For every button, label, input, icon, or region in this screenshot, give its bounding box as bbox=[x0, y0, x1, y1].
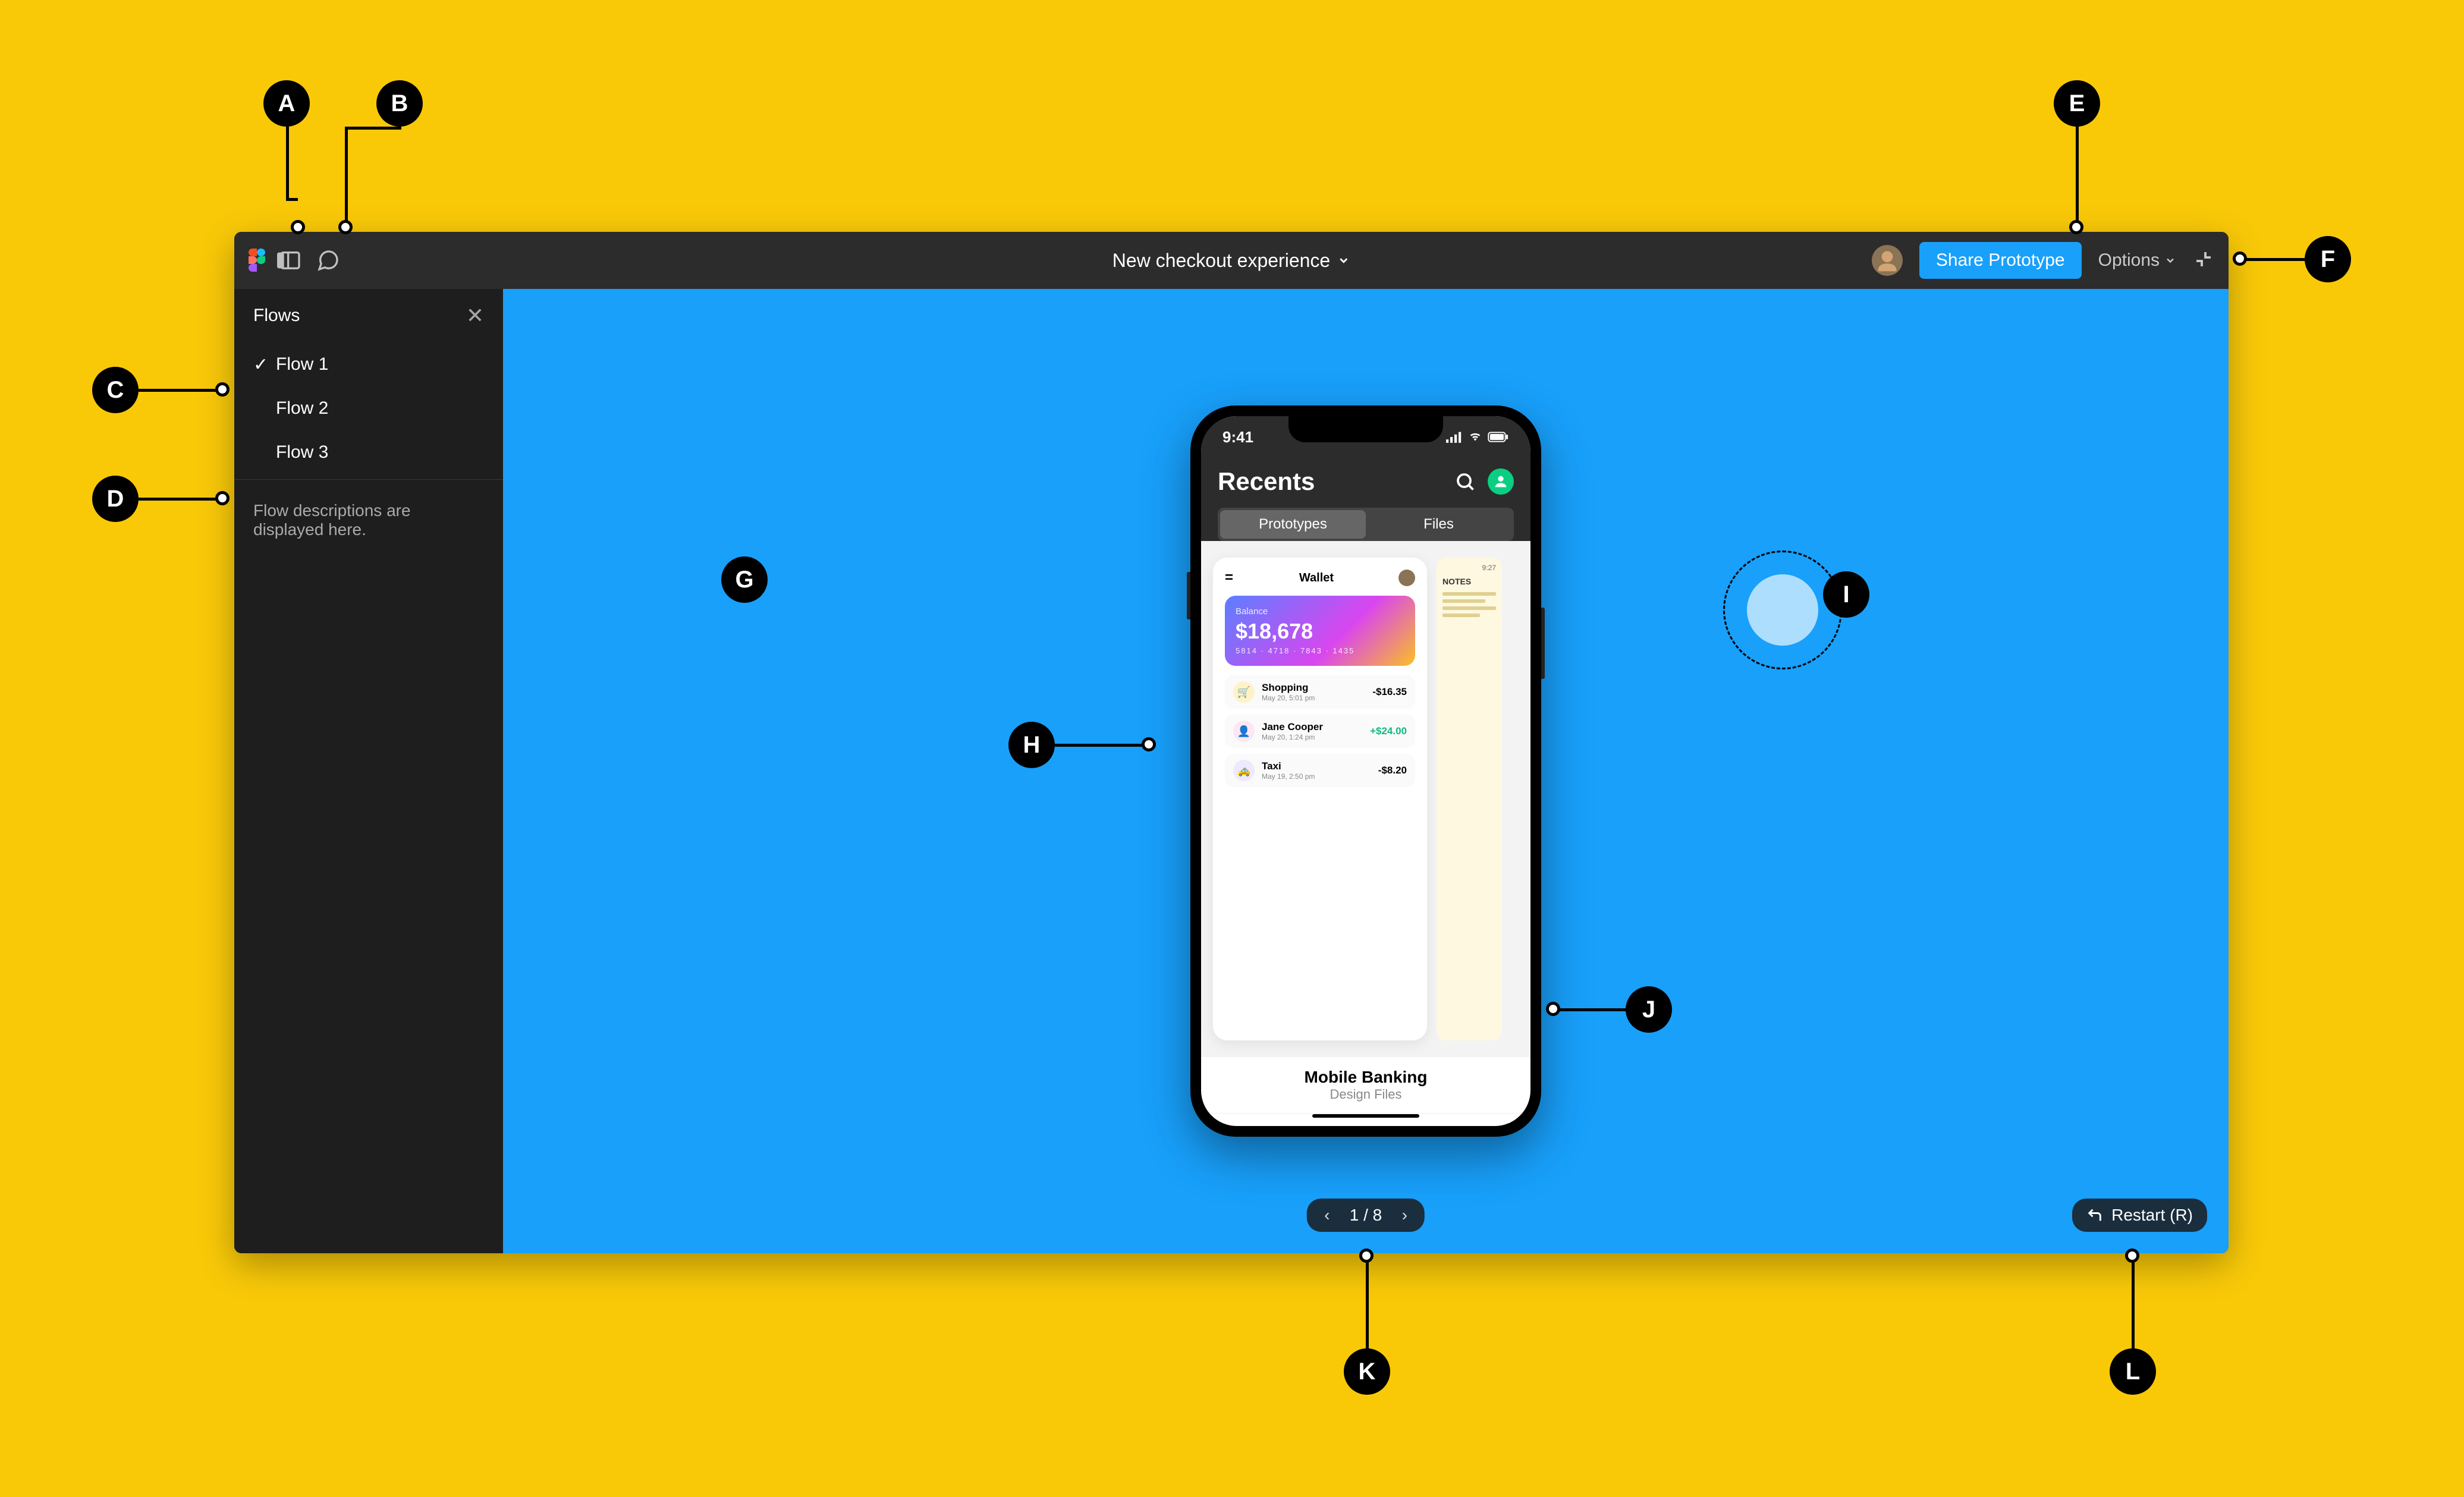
prev-icon[interactable]: ‹ bbox=[1319, 1206, 1335, 1225]
tab-files[interactable]: Files bbox=[1366, 510, 1511, 539]
transaction-row[interactable]: 🚕 TaxiMay 19, 2:50 pm -$8.20 bbox=[1225, 754, 1415, 787]
notes-title: NOTES bbox=[1442, 577, 1496, 586]
app-avatar[interactable] bbox=[1488, 468, 1514, 495]
flow-item-3[interactable]: Flow 3 bbox=[234, 430, 503, 474]
prototype-window: New checkout experience Share Prototype … bbox=[234, 232, 2229, 1253]
balance-label: Balance bbox=[1236, 606, 1404, 617]
signal-icon bbox=[1446, 431, 1463, 443]
search-icon[interactable] bbox=[1454, 471, 1476, 492]
prototype-canvas[interactable]: 9:41 Recents bbox=[503, 289, 2229, 1253]
wallet-card[interactable]: = Wallet Balance $18,678 5814 · 4718 · 7… bbox=[1213, 558, 1427, 1040]
options-button[interactable]: Options bbox=[2098, 250, 2176, 271]
notes-card[interactable]: 9:27 NOTES bbox=[1437, 558, 1502, 1040]
tx-amount: +$24.00 bbox=[1370, 725, 1407, 737]
mini-avatar[interactable] bbox=[1398, 570, 1415, 586]
tabs: Prototypes Files bbox=[1218, 508, 1514, 541]
file-title[interactable]: New checkout experience bbox=[1112, 250, 1350, 272]
battery-icon bbox=[1488, 432, 1509, 442]
callout-c: C bbox=[92, 367, 139, 413]
tx-icon: 👤 bbox=[1233, 721, 1255, 742]
user-avatar[interactable] bbox=[1872, 245, 1903, 276]
callout-h: H bbox=[1008, 722, 1055, 768]
app-title: Recents bbox=[1218, 467, 1315, 496]
prototype-info: Mobile Banking Design Files bbox=[1201, 1057, 1530, 1113]
comment-icon[interactable] bbox=[315, 247, 341, 273]
restart-label: Restart (R) bbox=[2111, 1206, 2193, 1225]
card-number: 5814 · 4718 · 7843 · 1435 bbox=[1236, 646, 1404, 655]
prototype-name: Mobile Banking bbox=[1201, 1068, 1530, 1087]
status-time: 9:41 bbox=[1222, 428, 1253, 446]
close-icon[interactable]: ✕ bbox=[466, 303, 484, 328]
chevron-down-icon bbox=[1337, 254, 1350, 267]
next-icon[interactable]: › bbox=[1396, 1206, 1413, 1225]
wifi-icon bbox=[1467, 431, 1483, 443]
tx-amount: -$8.20 bbox=[1378, 765, 1407, 776]
restart-button[interactable]: Restart (R) bbox=[2072, 1199, 2207, 1232]
flow-item-1[interactable]: Flow 1 bbox=[234, 342, 503, 386]
home-indicator[interactable] bbox=[1312, 1114, 1419, 1118]
chevron-down-icon bbox=[2164, 254, 2176, 266]
toolbar: New checkout experience Share Prototype … bbox=[234, 232, 2229, 289]
menu-icon[interactable]: = bbox=[1225, 570, 1234, 586]
notch bbox=[1288, 416, 1443, 442]
transaction-row[interactable]: 🛒 ShoppingMay 20, 5:01 pm -$16.35 bbox=[1225, 675, 1415, 709]
figma-logo[interactable] bbox=[249, 249, 265, 272]
tx-amount: -$16.35 bbox=[1372, 686, 1407, 698]
card-title: Wallet bbox=[1299, 571, 1334, 585]
callout-a: A bbox=[263, 80, 310, 127]
callout-e: E bbox=[2054, 80, 2100, 127]
app-header: Recents Prototypes Files bbox=[1201, 458, 1530, 541]
page-counter: 1 / 8 bbox=[1350, 1206, 1382, 1225]
callout-g: G bbox=[721, 556, 768, 603]
sidebar-title: Flows bbox=[253, 306, 300, 326]
callout-b: B bbox=[376, 80, 423, 127]
hotspot-indicator bbox=[1723, 551, 1842, 669]
callout-d: D bbox=[92, 476, 139, 522]
flows-sidebar: Flows ✕ Flow 1 Flow 2 Flow 3 Flow descri… bbox=[234, 289, 503, 1253]
callout-l: L bbox=[2110, 1348, 2156, 1395]
options-label: Options bbox=[2098, 250, 2160, 271]
callout-j: J bbox=[1626, 986, 1672, 1033]
balance-amount: $18,678 bbox=[1236, 619, 1404, 644]
flow-item-2[interactable]: Flow 2 bbox=[234, 386, 503, 430]
page-navigator: ‹ 1 / 8 › bbox=[1307, 1199, 1425, 1232]
callout-i: I bbox=[1823, 571, 1869, 618]
restart-icon bbox=[2086, 1207, 2103, 1224]
title-text: New checkout experience bbox=[1112, 250, 1330, 272]
flow-description: Flow descriptions are displayed here. bbox=[234, 479, 503, 561]
balance-card: Balance $18,678 5814 · 4718 · 7843 · 143… bbox=[1225, 596, 1415, 666]
transaction-row[interactable]: 👤 Jane CooperMay 20, 1:24 pm +$24.00 bbox=[1225, 715, 1415, 748]
sidebar-toggle-icon[interactable] bbox=[277, 247, 303, 273]
tx-icon: 🚕 bbox=[1233, 760, 1255, 781]
callout-k: K bbox=[1344, 1348, 1390, 1395]
app-body[interactable]: = Wallet Balance $18,678 5814 · 4718 · 7… bbox=[1201, 541, 1530, 1057]
device-frame: 9:41 Recents bbox=[1190, 405, 1541, 1137]
callout-f: F bbox=[2305, 236, 2351, 282]
notes-time: 9:27 bbox=[1442, 564, 1496, 572]
share-button[interactable]: Share Prototype bbox=[1919, 242, 2082, 279]
hotspot-dot bbox=[1747, 574, 1818, 646]
tab-prototypes[interactable]: Prototypes bbox=[1220, 510, 1366, 539]
prototype-subtitle: Design Files bbox=[1201, 1087, 1530, 1102]
minimize-icon[interactable] bbox=[2193, 249, 2214, 273]
tx-icon: 🛒 bbox=[1233, 681, 1255, 703]
